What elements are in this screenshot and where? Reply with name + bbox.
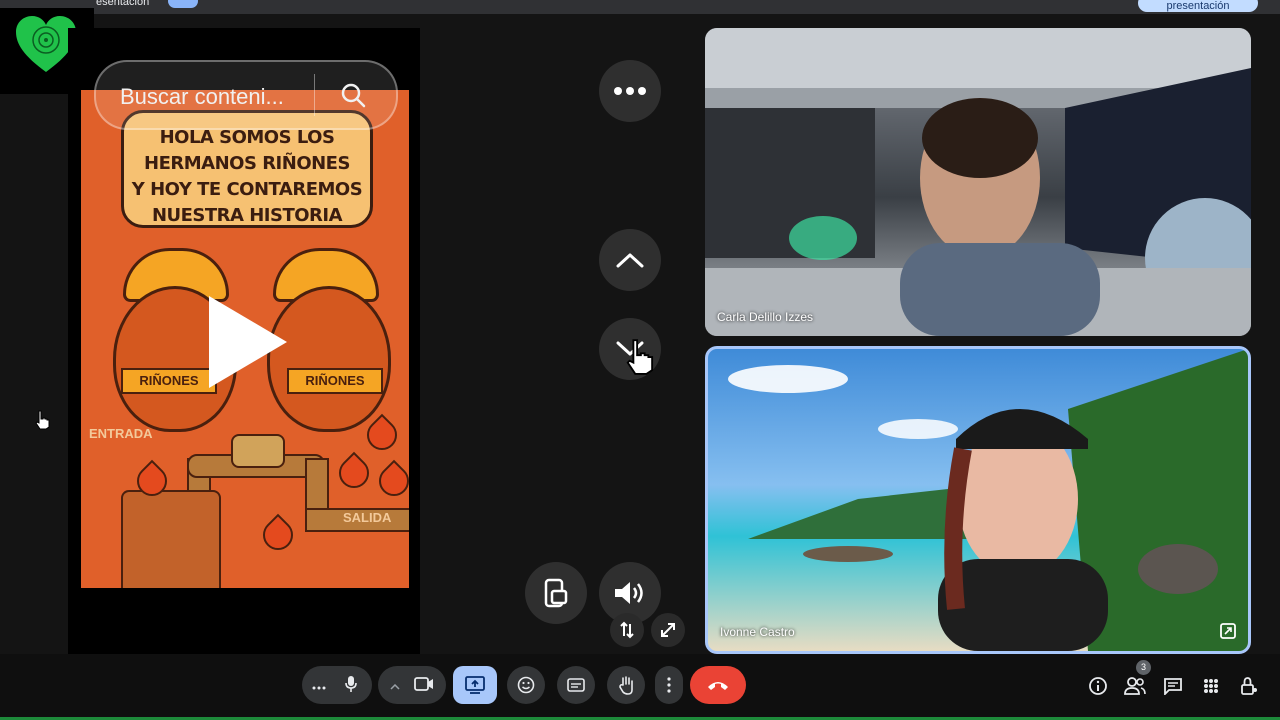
video-search-box[interactable]: Buscar conteni... bbox=[94, 60, 398, 130]
hang-up-icon bbox=[708, 682, 728, 690]
audio-control-group bbox=[302, 666, 372, 704]
lock-person-icon bbox=[1241, 677, 1257, 695]
camera-icon bbox=[414, 676, 433, 691]
tank bbox=[121, 490, 221, 588]
present-now-button[interactable] bbox=[453, 666, 497, 704]
present-screen-icon bbox=[465, 676, 485, 694]
blood-drop-icon bbox=[372, 459, 409, 503]
expand-icon bbox=[661, 623, 675, 637]
more-options-button[interactable] bbox=[599, 60, 661, 122]
leave-call-button[interactable] bbox=[690, 666, 746, 704]
meeting-details-button[interactable] bbox=[1084, 672, 1112, 700]
blood-drop-icon bbox=[360, 413, 404, 457]
expand-button[interactable] bbox=[651, 613, 685, 647]
emoji-icon bbox=[517, 676, 535, 694]
audio-options-button[interactable] bbox=[312, 677, 326, 693]
volume-icon bbox=[615, 582, 643, 604]
captions-button[interactable] bbox=[557, 666, 595, 704]
more-horiz-icon bbox=[614, 87, 646, 95]
pin-tile-icon[interactable] bbox=[1220, 623, 1236, 639]
kidney-sash-left: RIÑONES bbox=[121, 368, 217, 394]
search-icon[interactable] bbox=[340, 82, 366, 108]
participant-name: Carla Delillo Izzes bbox=[717, 310, 814, 324]
poster-line: NUESTRA HISTORIA bbox=[151, 205, 343, 226]
info-icon bbox=[1089, 677, 1107, 695]
raise-hand-button[interactable] bbox=[607, 666, 645, 704]
screen-rotate-icon bbox=[544, 578, 568, 608]
people-button[interactable] bbox=[1121, 672, 1149, 700]
participant-tile-active[interactable]: Ivonne Castro bbox=[705, 346, 1251, 654]
presentation-button[interactable]: presentación bbox=[1138, 0, 1258, 12]
participant-tile[interactable]: Carla Delillo Izzes bbox=[705, 28, 1251, 336]
play-icon[interactable] bbox=[209, 296, 287, 388]
presentation-label: esentación bbox=[96, 0, 150, 8]
reactions-button[interactable] bbox=[507, 666, 545, 704]
poster-line: HERMANOS RIÑONES bbox=[144, 153, 350, 174]
more-horiz-icon bbox=[312, 686, 326, 690]
poster-text: HOLA SOMOS LOS HERMANOS RIÑONES Y HOY TE… bbox=[124, 125, 370, 229]
swap-button[interactable] bbox=[610, 613, 644, 647]
captions-icon bbox=[567, 678, 585, 692]
meeting-control-bar: 3 bbox=[0, 654, 1280, 720]
participant-name: Ivonne Castro bbox=[720, 625, 795, 639]
microphone-icon bbox=[345, 675, 357, 692]
video-control-group bbox=[378, 666, 446, 704]
search-input[interactable]: Buscar conteni... bbox=[120, 84, 284, 110]
swap-vertical-icon bbox=[620, 621, 634, 639]
presentation-toggle[interactable] bbox=[168, 0, 198, 8]
entrada-label: ENTRADA bbox=[89, 426, 153, 441]
video-poster[interactable]: HOLA SOMOS LOS HERMANOS RIÑONES Y HOY TE… bbox=[81, 90, 409, 588]
hand-icon bbox=[619, 676, 633, 695]
video-options-button[interactable] bbox=[390, 677, 400, 693]
chat-icon bbox=[1164, 678, 1182, 695]
search-divider bbox=[314, 74, 315, 116]
chat-button[interactable] bbox=[1159, 672, 1187, 700]
valve bbox=[231, 434, 285, 468]
more-vert-icon bbox=[667, 677, 671, 693]
rotate-screen-button[interactable] bbox=[525, 562, 587, 624]
spaceship-background bbox=[705, 28, 1251, 336]
beach-background bbox=[728, 349, 1248, 651]
grid-icon bbox=[1204, 679, 1218, 693]
hand-cursor-icon bbox=[35, 410, 50, 430]
chevron-up-icon bbox=[616, 253, 644, 268]
microphone-button[interactable] bbox=[344, 675, 358, 696]
people-icon bbox=[1124, 677, 1146, 695]
blood-drop-icon bbox=[332, 451, 376, 495]
camera-button[interactable] bbox=[414, 676, 434, 694]
more-options-button[interactable] bbox=[655, 666, 683, 704]
poster-line: Y HOY TE CONTAREMOS bbox=[131, 179, 363, 200]
activities-button[interactable] bbox=[1197, 672, 1225, 700]
chevron-up-icon bbox=[390, 683, 400, 690]
kidney-sash-right: RIÑONES bbox=[287, 368, 383, 394]
host-controls-button[interactable] bbox=[1235, 672, 1263, 700]
hand-cursor-icon bbox=[626, 339, 654, 375]
salida-label: SALIDA bbox=[343, 510, 392, 525]
previous-video-button[interactable] bbox=[599, 229, 661, 291]
top-bar: esentación presentación bbox=[0, 0, 1280, 14]
blood-drop-icon bbox=[256, 513, 300, 557]
